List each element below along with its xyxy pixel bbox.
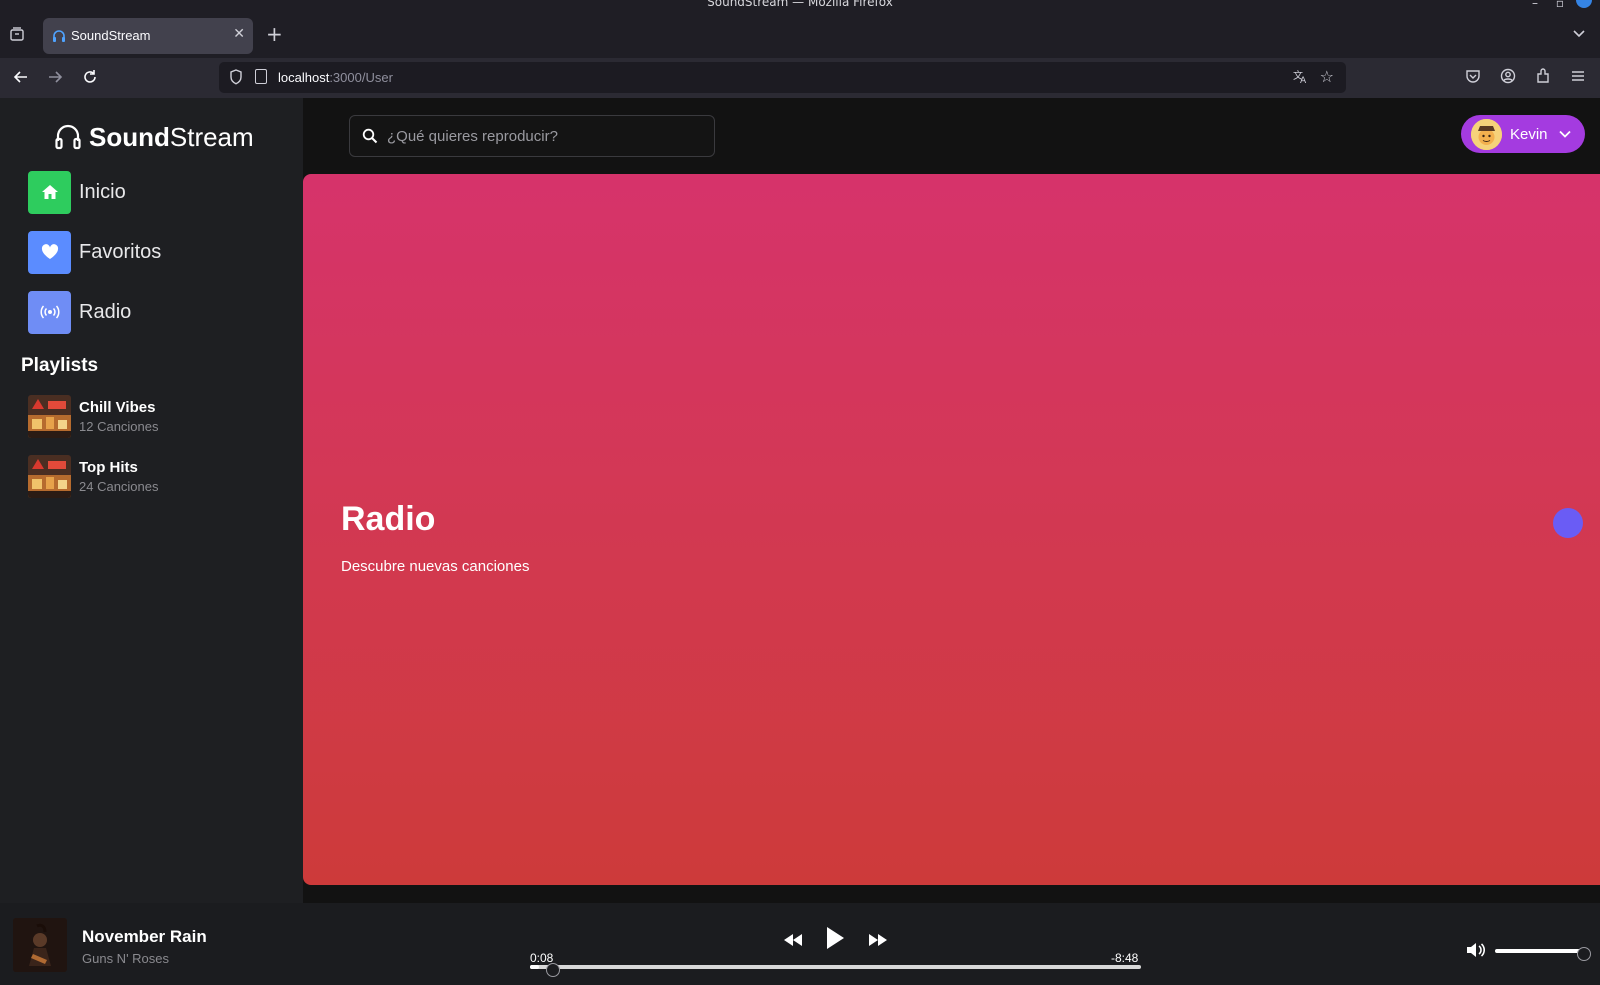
sidebar-item-label: Favoritos xyxy=(79,240,162,263)
chevron-down-icon xyxy=(1558,130,1571,138)
tab-title: SoundStream xyxy=(71,28,151,43)
reload-button[interactable] xyxy=(81,68,99,91)
pocket-icon[interactable] xyxy=(1465,68,1481,89)
hamburger-menu-icon[interactable] xyxy=(1570,68,1586,89)
sidebar-item-label: Radio xyxy=(79,300,132,323)
avatar xyxy=(1471,118,1502,150)
shield-icon[interactable] xyxy=(229,69,243,89)
translate-icon[interactable]: 文A xyxy=(1292,68,1308,88)
playlist-info: Chill Vibes 12 Canciones xyxy=(79,399,159,434)
url-host: localhost xyxy=(278,70,330,85)
logo-text-light: Stream xyxy=(169,121,254,152)
playlist-cover xyxy=(28,394,71,438)
remaining-time: -8:48 xyxy=(1111,951,1139,965)
sidebar: SoundStream Inicio Favoritos Radio Playl… xyxy=(0,98,303,903)
tab-close-icon[interactable]: ✕ xyxy=(233,26,245,42)
page-title: Radio xyxy=(341,500,436,538)
app-root: SoundStream Inicio Favoritos Radio Playl… xyxy=(0,98,1600,985)
page-icon xyxy=(255,69,267,84)
svg-text:A: A xyxy=(1300,76,1307,84)
account-icon[interactable] xyxy=(1500,68,1516,89)
radio-hero-banner: Radio Descubre nuevas canciones xyxy=(303,174,1600,885)
extensions-icon[interactable] xyxy=(1535,68,1551,89)
logo-text-bold: Sound xyxy=(89,121,170,152)
window-title: SoundStream — Mozilla Firefox xyxy=(707,0,893,9)
url-text[interactable]: localhost:3000/User xyxy=(278,70,393,85)
headphones-icon xyxy=(55,124,81,150)
progress-bar[interactable] xyxy=(530,963,1141,977)
user-menu-button[interactable]: Kevin xyxy=(1461,115,1585,153)
progress-handle[interactable] xyxy=(546,963,561,977)
progress-fill xyxy=(530,965,540,969)
user-name: Kevin xyxy=(1510,125,1548,143)
new-tab-button[interactable]: + xyxy=(266,24,283,44)
url-path: :3000/User xyxy=(329,70,393,85)
browser-titlebar: SoundStream — Mozilla Firefox – ▫ SoundS… xyxy=(0,0,1600,58)
forward-button[interactable] xyxy=(46,68,64,91)
volume-icon[interactable] xyxy=(1465,941,1485,959)
logo-text: SoundStream xyxy=(89,122,254,153)
headphones-icon xyxy=(51,28,67,44)
playlist-name: Chill Vibes xyxy=(79,398,156,416)
now-playing-cover xyxy=(13,918,67,972)
playlist-info: Top Hits 24 Canciones xyxy=(79,459,159,494)
app-logo[interactable]: SoundStream xyxy=(53,120,254,154)
sidebar-item-radio[interactable]: Radio xyxy=(28,290,278,334)
minimize-icon[interactable]: – xyxy=(1532,0,1538,10)
sidebar-item-favoritos[interactable]: Favoritos xyxy=(28,230,278,274)
playlist-item-top-hits[interactable]: Top Hits 24 Canciones xyxy=(28,454,278,498)
back-button[interactable] xyxy=(12,68,30,91)
sidebar-item-label: Inicio xyxy=(79,180,126,203)
broadcast-icon xyxy=(28,290,71,334)
home-icon xyxy=(28,170,71,214)
search-input[interactable] xyxy=(387,125,702,147)
star-icon[interactable]: ☆ xyxy=(1320,67,1334,86)
sidebar-item-inicio[interactable]: Inicio xyxy=(28,170,278,214)
now-playing-title: November Rain xyxy=(82,927,207,946)
playlists-heading: Playlists xyxy=(21,355,99,376)
rewind-icon[interactable] xyxy=(782,932,804,948)
page-subtitle: Descubre nuevas canciones xyxy=(341,558,530,575)
player-bar: November Rain Guns N' Roses 0:08 -8:48 xyxy=(0,903,1600,985)
heart-icon xyxy=(28,230,71,274)
volume-handle[interactable] xyxy=(1577,947,1591,961)
playlist-song-count: 24 Canciones xyxy=(79,478,159,494)
search-icon xyxy=(362,128,378,144)
fast-forward-icon[interactable] xyxy=(867,932,889,948)
playlist-song-count: 12 Canciones xyxy=(79,418,159,434)
volume-slider[interactable] xyxy=(1495,947,1591,961)
now-playing-artist: Guns N' Roses xyxy=(82,951,170,966)
maximize-icon[interactable]: ▫ xyxy=(1556,0,1564,10)
play-radio-dot-button[interactable] xyxy=(1553,508,1583,538)
playlist-item-chill-vibes[interactable]: Chill Vibes 12 Canciones xyxy=(28,394,278,438)
tab-list-icon[interactable] xyxy=(8,26,26,44)
browser-tab-active[interactable]: SoundStream ✕ xyxy=(43,18,253,54)
chevron-down-icon[interactable] xyxy=(1572,28,1586,42)
playlist-name: Top Hits xyxy=(79,458,138,476)
search-box xyxy=(349,115,715,157)
browser-navbar: localhost:3000/User 文A ☆ xyxy=(0,58,1600,98)
playlist-cover xyxy=(28,454,71,498)
url-bar[interactable]: localhost:3000/User 文A ☆ xyxy=(219,62,1346,93)
play-icon[interactable] xyxy=(824,925,846,951)
